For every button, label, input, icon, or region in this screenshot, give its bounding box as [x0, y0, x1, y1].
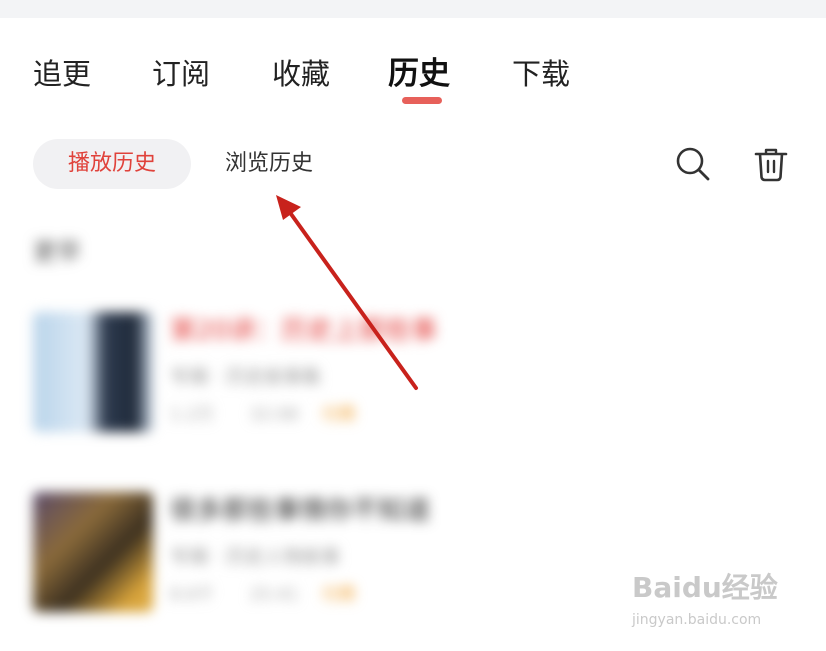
tab-subscriptions[interactable]: 订阅: [152, 52, 210, 96]
tab-downloads[interactable]: 下载: [512, 52, 570, 96]
item-duration: 25:41: [249, 585, 299, 605]
subtab-browse-history[interactable]: 浏览历史: [225, 139, 313, 189]
subtab-play-history[interactable]: 播放历史: [33, 139, 191, 189]
item-plays: 8.6千: [170, 585, 215, 605]
tab-follow-updates[interactable]: 追更: [33, 52, 91, 96]
item-tag: 付费: [321, 405, 356, 425]
item-thumbnail: [33, 492, 153, 612]
item-plays: 1.2万: [170, 405, 215, 425]
item-tag: 付费: [321, 585, 356, 605]
item-duration: 32:08: [249, 405, 299, 425]
item-meta: 1.2万 32:08 付费: [170, 400, 356, 425]
item-title: 很多那些事情你不知道: [170, 496, 431, 526]
status-strip: [0, 0, 826, 18]
item-subtitle: 专辑 · 历史人物故事: [170, 546, 341, 568]
item-title: 第20讲：历史上那些事: [170, 316, 438, 346]
search-icon[interactable]: [672, 143, 714, 185]
tab-favorites[interactable]: 收藏: [272, 52, 330, 96]
history-item[interactable]: 第20讲：历史上那些事 专辑 · 历史故事集 1.2万 32:08 付费: [33, 312, 793, 442]
history-item[interactable]: 很多那些事情你不知道 专辑 · 历史人物故事 8.6千 25:41 付费: [33, 492, 793, 622]
trash-icon[interactable]: [750, 143, 792, 185]
subtab-play-history-label: 播放历史: [67, 151, 156, 176]
active-tab-indicator: [402, 97, 442, 104]
tab-history[interactable]: 历史: [388, 52, 450, 96]
item-thumbnail: [33, 312, 153, 432]
section-label: 更早: [33, 238, 81, 266]
item-meta: 8.6千 25:41 付费: [170, 580, 356, 605]
item-subtitle: 专辑 · 历史故事集: [170, 366, 322, 388]
history-page: 追更 订阅 收藏 历史 下载 播放历史 浏览历史 更早 第20讲：历史上那些事 …: [0, 0, 826, 651]
